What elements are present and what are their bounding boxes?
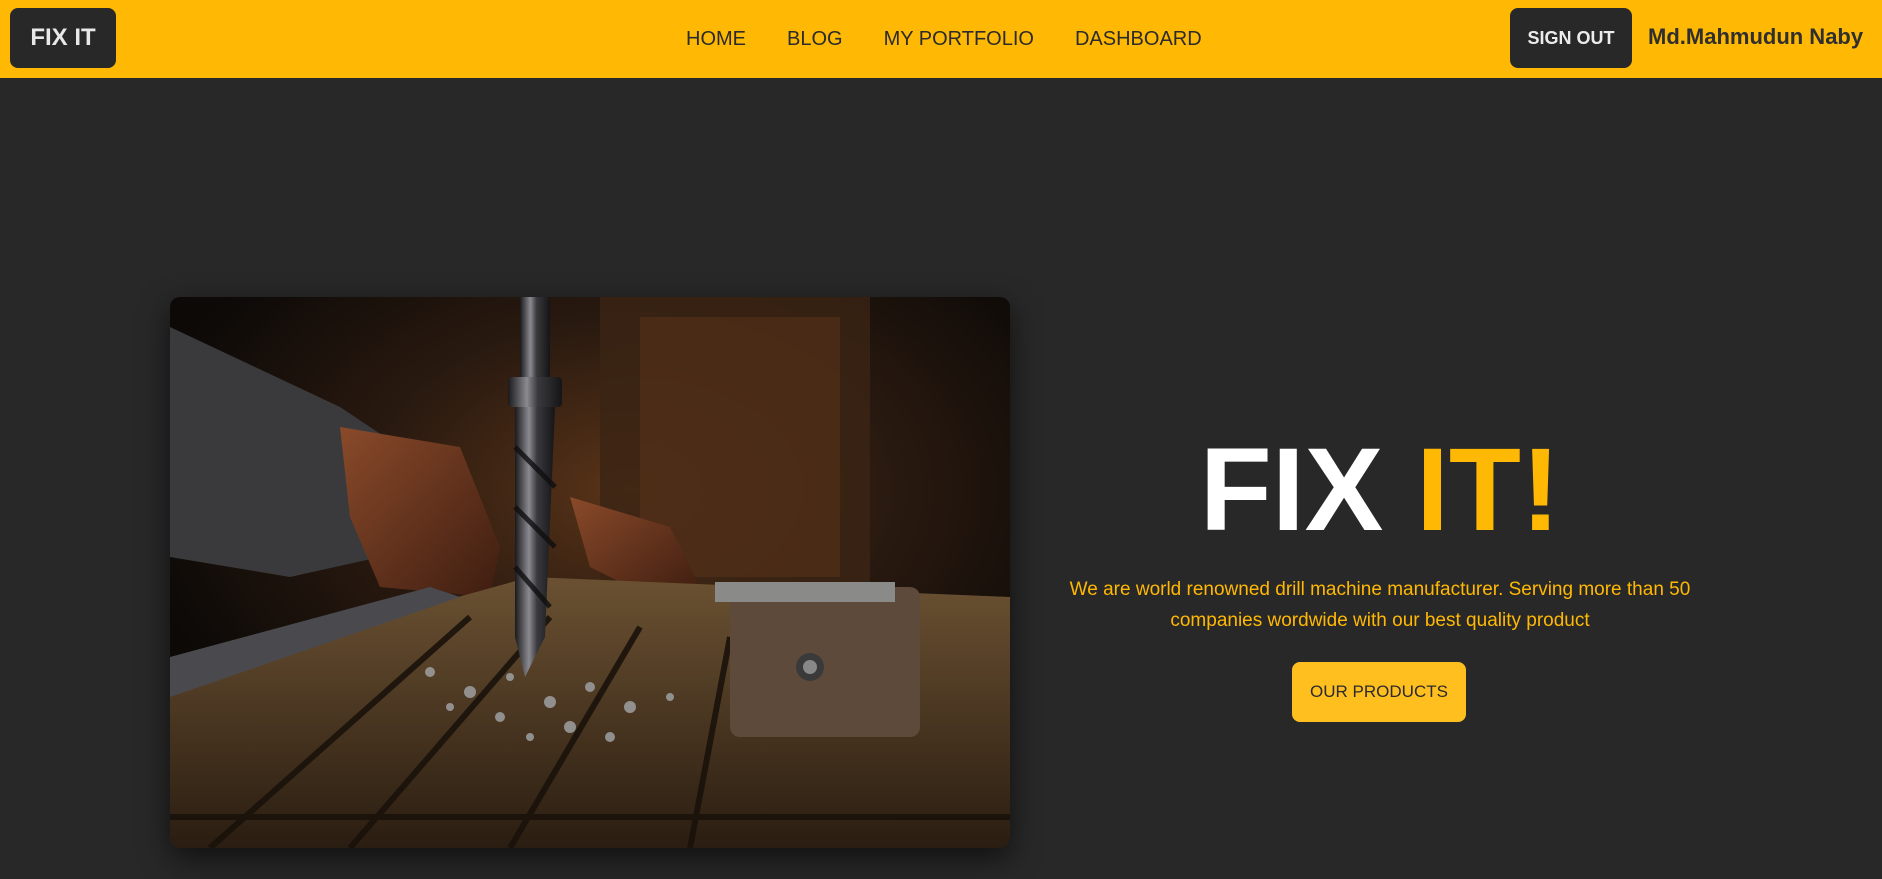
brand-logo-button[interactable]: FIX IT <box>10 8 116 68</box>
nav-item-home[interactable]: HOME <box>686 28 746 51</box>
hero-description: We are world renowned drill machine manu… <box>1069 579 1691 631</box>
hero-image <box>170 297 1010 848</box>
nav-item-my-portfolio[interactable]: MY PORTFOLIO <box>884 28 1034 51</box>
hero-title-part1: FIX <box>1199 424 1417 556</box>
our-products-button[interactable]: OUR PRODUCTS <box>1292 662 1466 722</box>
sign-out-button[interactable]: SIGN OUT <box>1510 8 1632 68</box>
nav-item-dashboard[interactable]: DASHBOARD <box>1075 28 1202 51</box>
hero-title: FIX IT! <box>1050 425 1710 555</box>
nav-item-blog[interactable]: BLOG <box>787 28 843 51</box>
username-label: Md.Mahmudun Naby <box>1648 24 1864 49</box>
hero-title-part2: IT! <box>1416 424 1561 556</box>
main-nav: HOME BLOG MY PORTFOLIO DASHBOARD <box>686 22 1202 56</box>
top-navbar: FIX IT HOME BLOG MY PORTFOLIO DASHBOARD … <box>0 0 1882 78</box>
